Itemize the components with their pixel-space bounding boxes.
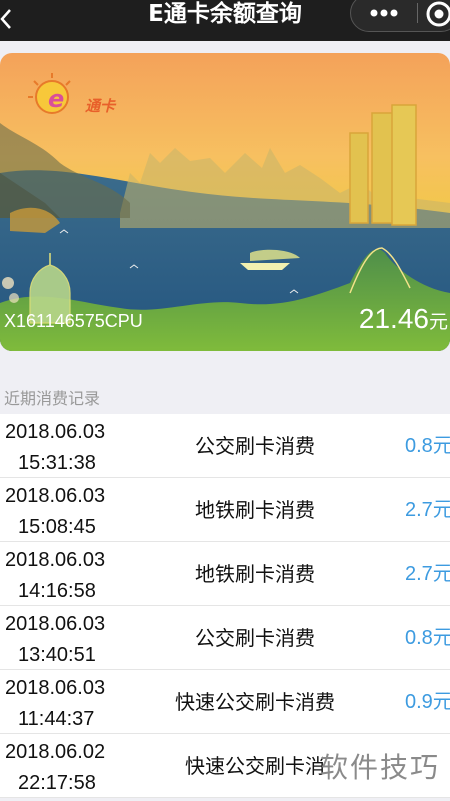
record-date: 2018.06.03 — [5, 421, 106, 443]
transit-card: e 通卡 X161146575CPU 21.46元 — [0, 53, 450, 351]
record-amount: 0.9元 — [405, 691, 450, 713]
list-item[interactable]: 2018.06.03 13:40:51 公交刷卡消费 0.8元 — [0, 606, 450, 670]
balance-amount: 21.46 — [358, 303, 429, 334]
record-time: 11:44:37 — [18, 708, 95, 730]
target-icon[interactable] — [425, 0, 450, 28]
records-section-label: 近期消费记录 — [4, 389, 101, 408]
record-date: 2018.06.03 — [5, 677, 106, 699]
record-amount: 2.7元 — [405, 563, 450, 585]
record-date: 2018.06.03 — [5, 549, 106, 571]
card-balance: 21.46元 — [359, 303, 448, 335]
menu-capsule — [350, 0, 450, 32]
records-list: 2018.06.03 15:31:38 公交刷卡消费 0.8元 2018.06.… — [0, 414, 450, 798]
list-item[interactable]: 2018.06.03 11:44:37 快速公交刷卡消费 0.9元 — [0, 670, 450, 734]
record-date: 2018.06.03 — [5, 613, 106, 635]
record-time: 15:08:45 — [18, 516, 96, 538]
watermark: 软件技巧 — [320, 751, 441, 784]
capsule-divider — [417, 3, 418, 23]
more-icon[interactable] — [369, 5, 399, 21]
record-type: 公交刷卡消费 — [195, 434, 315, 458]
list-item[interactable]: 2018.06.03 15:08:45 地铁刷卡消费 2.7元 — [0, 478, 450, 542]
record-amount: 0.8元 — [405, 435, 450, 457]
list-item[interactable]: 2018.06.03 14:16:58 地铁刷卡消费 2.7元 — [0, 542, 450, 606]
record-amount: 0.8元 — [405, 627, 450, 649]
record-time: 14:16:58 — [18, 580, 96, 602]
svg-text:e: e — [48, 85, 64, 113]
record-time: 22:17:58 — [18, 772, 96, 794]
title-bar: E通卡余额查询 — [0, 0, 450, 41]
record-date: 2018.06.02 — [5, 741, 106, 763]
record-type: 公交刷卡消费 — [195, 626, 315, 650]
record-amount: 2.7元 — [405, 499, 450, 521]
record-date: 2018.06.03 — [5, 485, 106, 507]
record-type: 地铁刷卡消费 — [195, 562, 315, 586]
record-type: 快速公交刷卡消费 — [175, 690, 335, 714]
list-item[interactable]: 2018.06.03 15:31:38 公交刷卡消费 0.8元 — [0, 414, 450, 478]
record-time: 15:31:38 — [18, 452, 96, 474]
card-brand: 通卡 — [85, 97, 116, 115]
balance-unit: 元 — [428, 312, 448, 333]
record-type: 地铁刷卡消费 — [195, 498, 315, 522]
record-time: 13:40:51 — [18, 644, 96, 666]
card-number: X161146575CPU — [4, 311, 143, 331]
